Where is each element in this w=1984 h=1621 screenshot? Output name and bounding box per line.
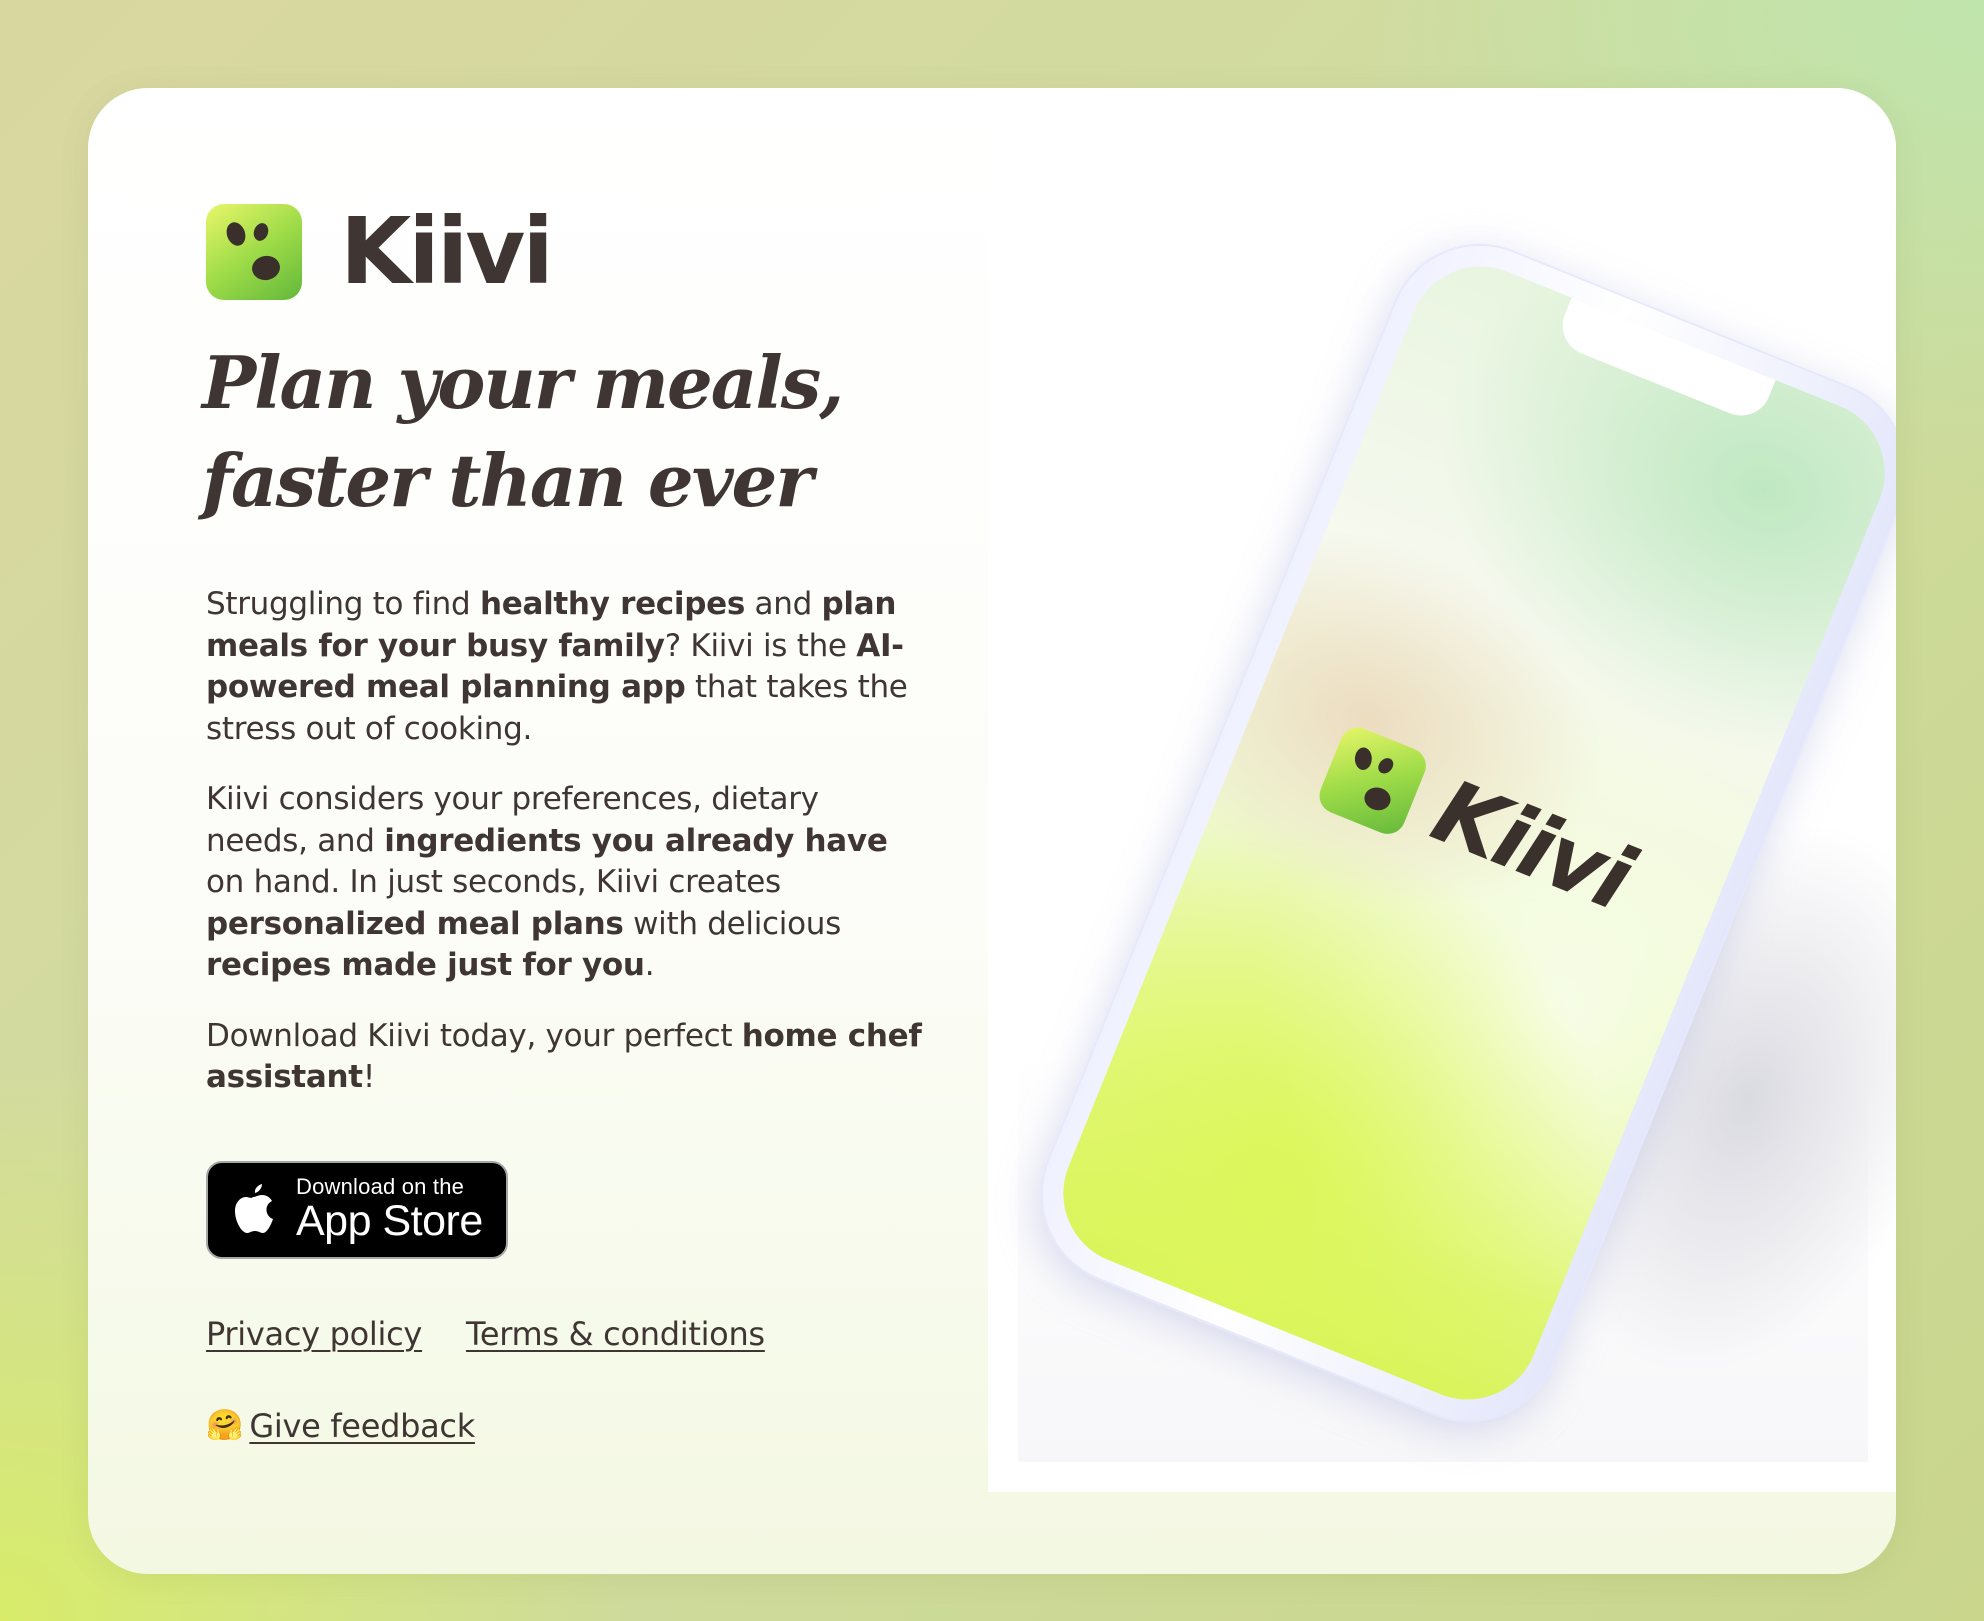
screen-logo: Kiivi [1312, 716, 1645, 931]
headline-line-1: Plan your meals, [202, 340, 844, 425]
text: with delicious [623, 905, 841, 942]
text: on hand. In just seconds, Kiivi creates [206, 864, 781, 900]
terms-link[interactable]: Terms & conditions [466, 1315, 765, 1353]
headline-line-2: faster than ever [202, 438, 813, 523]
text: and [744, 586, 822, 622]
landing-card: Kiivi Plan your meals, faster than ever … [88, 88, 1896, 1574]
feedback-row: 🤗 Give feedback [206, 1407, 926, 1445]
app-store-big-label: App Store [296, 1197, 483, 1245]
privacy-policy-link[interactable]: Privacy policy [206, 1315, 422, 1353]
kiivi-logo-icon [206, 204, 302, 300]
intro-paragraph-3: Download Kiivi today, your perfect home … [206, 1016, 926, 1099]
text: ! [362, 1059, 375, 1095]
text: . [644, 947, 655, 983]
phone-mockup-area: Kiivi [988, 88, 1896, 1492]
apple-icon [235, 1183, 273, 1233]
app-store-button[interactable]: Download on the App Store [206, 1160, 508, 1259]
text: Download Kiivi today, your perfect [206, 1017, 742, 1054]
footer-links: Privacy policy Terms & conditions [206, 1315, 926, 1353]
bold-text: recipes made just for you [206, 947, 645, 983]
phone-mockup-backdrop: Kiivi [1012, 88, 1896, 1465]
bold-text: personalized meal plans [206, 905, 624, 942]
text: Struggling to find [206, 586, 480, 622]
hugging-face-icon: 🤗 [206, 1408, 244, 1443]
text: ? Kiivi is the [664, 627, 857, 664]
bold-text: healthy recipes [479, 586, 745, 622]
intro-paragraph-2: Kiivi considers your preferences, dietar… [206, 779, 926, 987]
kiivi-logo-icon [1314, 721, 1432, 840]
app-store-small-label: Download on the [296, 1174, 465, 1199]
page-headline: Plan your meals, faster than ever [202, 334, 926, 530]
left-column: Kiivi Plan your meals, faster than ever … [202, 204, 926, 1445]
bold-text: ingredients you already have [384, 822, 888, 859]
phone-notch [1553, 297, 1776, 425]
app-store-labels: Download on the App Store [296, 1176, 483, 1243]
brand-name: Kiivi [340, 198, 554, 305]
brand-header: Kiivi [206, 204, 926, 300]
intro-paragraph-1: Struggling to find healthy recipes and p… [206, 584, 926, 750]
screen-brand-name: Kiivi [1419, 759, 1645, 931]
give-feedback-link[interactable]: Give feedback [249, 1407, 475, 1445]
